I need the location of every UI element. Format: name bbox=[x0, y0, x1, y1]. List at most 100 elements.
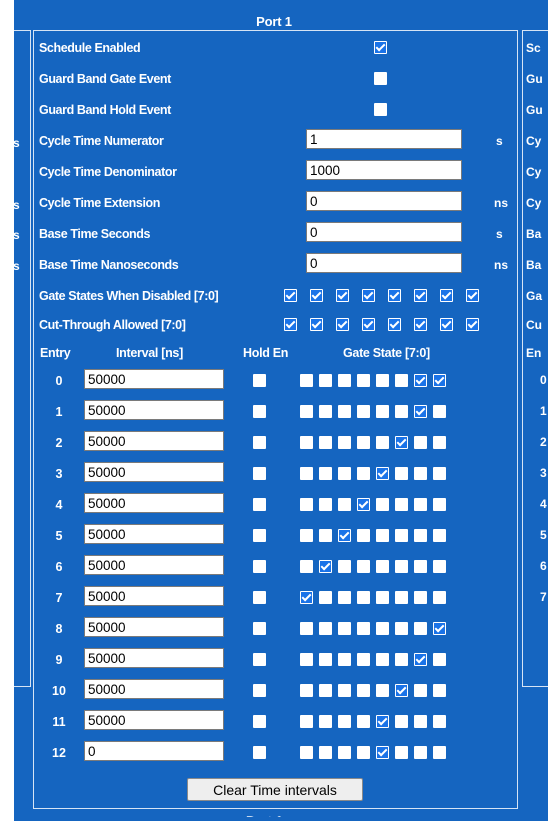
gate-state-bit-0-checkbox[interactable] bbox=[433, 498, 446, 511]
gate-state-bit-2-checkbox[interactable] bbox=[395, 498, 408, 511]
gate-state-bit-0-checkbox[interactable] bbox=[433, 560, 446, 573]
gate-state-bit-2-checkbox[interactable] bbox=[395, 715, 408, 728]
gate-states-when-disabled-bit-7-checkbox[interactable] bbox=[284, 289, 297, 302]
gate-state-bit-1-checkbox[interactable] bbox=[414, 746, 427, 759]
hold-en-checkbox[interactable] bbox=[253, 715, 266, 728]
gate-state-bit-1-checkbox[interactable] bbox=[414, 405, 427, 418]
interval-input[interactable] bbox=[84, 710, 224, 730]
interval-input[interactable] bbox=[84, 586, 224, 606]
cut-through-allowed-bit-5-checkbox[interactable] bbox=[336, 318, 349, 331]
clear-time-intervals-button[interactable]: Clear Time intervals bbox=[187, 778, 363, 801]
gate-state-bit-1-checkbox[interactable] bbox=[414, 653, 427, 666]
interval-input[interactable] bbox=[84, 462, 224, 482]
gate-state-bit-0-checkbox[interactable] bbox=[433, 529, 446, 542]
gate-states-when-disabled-bit-4-checkbox[interactable] bbox=[362, 289, 375, 302]
gate-state-bit-5-checkbox[interactable] bbox=[338, 560, 351, 573]
gate-state-bit-2-checkbox[interactable] bbox=[395, 591, 408, 604]
cut-through-allowed-bit-2-checkbox[interactable] bbox=[414, 318, 427, 331]
gate-state-bit-6-checkbox[interactable] bbox=[319, 374, 332, 387]
gate-state-bit-6-checkbox[interactable] bbox=[319, 529, 332, 542]
gate-state-bit-0-checkbox[interactable] bbox=[433, 374, 446, 387]
gate-state-bit-7-checkbox[interactable] bbox=[300, 374, 313, 387]
interval-input[interactable] bbox=[84, 648, 224, 668]
gate-state-bit-0-checkbox[interactable] bbox=[433, 591, 446, 604]
gate-states-when-disabled-bit-5-checkbox[interactable] bbox=[336, 289, 349, 302]
gate-state-bit-1-checkbox[interactable] bbox=[414, 436, 427, 449]
gate-state-bit-2-checkbox[interactable] bbox=[395, 374, 408, 387]
gate-state-bit-5-checkbox[interactable] bbox=[338, 436, 351, 449]
gate-state-bit-4-checkbox[interactable] bbox=[357, 467, 370, 480]
gate-states-when-disabled-bit-6-checkbox[interactable] bbox=[310, 289, 323, 302]
gate-state-bit-3-checkbox[interactable] bbox=[376, 560, 389, 573]
gate-state-bit-5-checkbox[interactable] bbox=[338, 374, 351, 387]
gate-state-bit-6-checkbox[interactable] bbox=[319, 746, 332, 759]
hold-en-checkbox[interactable] bbox=[253, 467, 266, 480]
interval-input[interactable] bbox=[84, 741, 224, 761]
gate-state-bit-0-checkbox[interactable] bbox=[433, 715, 446, 728]
gate-state-bit-3-checkbox[interactable] bbox=[376, 684, 389, 697]
gate-state-bit-0-checkbox[interactable] bbox=[433, 653, 446, 666]
gate-state-bit-0-checkbox[interactable] bbox=[433, 467, 446, 480]
gate-state-bit-3-checkbox[interactable] bbox=[376, 374, 389, 387]
gate-state-bit-6-checkbox[interactable] bbox=[319, 591, 332, 604]
gate-state-bit-4-checkbox[interactable] bbox=[357, 746, 370, 759]
gate-state-bit-1-checkbox[interactable] bbox=[414, 498, 427, 511]
gate-state-bit-4-checkbox[interactable] bbox=[357, 591, 370, 604]
gate-state-bit-4-checkbox[interactable] bbox=[357, 405, 370, 418]
gate-state-bit-2-checkbox[interactable] bbox=[395, 436, 408, 449]
cut-through-allowed-bit-0-checkbox[interactable] bbox=[466, 318, 479, 331]
gate-state-bit-3-checkbox[interactable] bbox=[376, 715, 389, 728]
cycle-time-extension-input[interactable] bbox=[306, 191, 462, 211]
gate-state-bit-1-checkbox[interactable] bbox=[414, 467, 427, 480]
gate-states-when-disabled-bit-1-checkbox[interactable] bbox=[440, 289, 453, 302]
gate-state-bit-3-checkbox[interactable] bbox=[376, 498, 389, 511]
gate-states-when-disabled-bit-3-checkbox[interactable] bbox=[388, 289, 401, 302]
guard-band-gate-event-checkbox[interactable] bbox=[374, 72, 387, 85]
gate-state-bit-0-checkbox[interactable] bbox=[433, 746, 446, 759]
interval-input[interactable] bbox=[84, 555, 224, 575]
gate-state-bit-4-checkbox[interactable] bbox=[357, 622, 370, 635]
gate-state-bit-2-checkbox[interactable] bbox=[395, 405, 408, 418]
gate-state-bit-3-checkbox[interactable] bbox=[376, 622, 389, 635]
gate-state-bit-1-checkbox[interactable] bbox=[414, 715, 427, 728]
gate-state-bit-1-checkbox[interactable] bbox=[414, 622, 427, 635]
gate-state-bit-7-checkbox[interactable] bbox=[300, 715, 313, 728]
gate-state-bit-2-checkbox[interactable] bbox=[395, 529, 408, 542]
gate-state-bit-4-checkbox[interactable] bbox=[357, 498, 370, 511]
gate-state-bit-5-checkbox[interactable] bbox=[338, 715, 351, 728]
gate-state-bit-4-checkbox[interactable] bbox=[357, 436, 370, 449]
gate-state-bit-7-checkbox[interactable] bbox=[300, 746, 313, 759]
gate-state-bit-3-checkbox[interactable] bbox=[376, 467, 389, 480]
gate-state-bit-1-checkbox[interactable] bbox=[414, 591, 427, 604]
gate-states-when-disabled-bit-2-checkbox[interactable] bbox=[414, 289, 427, 302]
cut-through-allowed-bit-4-checkbox[interactable] bbox=[362, 318, 375, 331]
gate-state-bit-4-checkbox[interactable] bbox=[357, 560, 370, 573]
cycle-time-numerator-input[interactable] bbox=[306, 129, 462, 149]
interval-input[interactable] bbox=[84, 617, 224, 637]
gate-state-bit-1-checkbox[interactable] bbox=[414, 529, 427, 542]
gate-state-bit-6-checkbox[interactable] bbox=[319, 436, 332, 449]
gate-state-bit-2-checkbox[interactable] bbox=[395, 653, 408, 666]
gate-states-when-disabled-bit-0-checkbox[interactable] bbox=[466, 289, 479, 302]
gate-state-bit-5-checkbox[interactable] bbox=[338, 498, 351, 511]
interval-input[interactable] bbox=[84, 524, 224, 544]
gate-state-bit-1-checkbox[interactable] bbox=[414, 560, 427, 573]
gate-state-bit-2-checkbox[interactable] bbox=[395, 560, 408, 573]
hold-en-checkbox[interactable] bbox=[253, 560, 266, 573]
gate-state-bit-2-checkbox[interactable] bbox=[395, 467, 408, 480]
cut-through-allowed-bit-7-checkbox[interactable] bbox=[284, 318, 297, 331]
gate-state-bit-6-checkbox[interactable] bbox=[319, 467, 332, 480]
gate-state-bit-6-checkbox[interactable] bbox=[319, 684, 332, 697]
interval-input[interactable] bbox=[84, 400, 224, 420]
hold-en-checkbox[interactable] bbox=[253, 591, 266, 604]
gate-state-bit-7-checkbox[interactable] bbox=[300, 622, 313, 635]
cut-through-allowed-bit-6-checkbox[interactable] bbox=[310, 318, 323, 331]
gate-state-bit-6-checkbox[interactable] bbox=[319, 622, 332, 635]
base-time-seconds-input[interactable] bbox=[306, 222, 462, 242]
gate-state-bit-6-checkbox[interactable] bbox=[319, 405, 332, 418]
hold-en-checkbox[interactable] bbox=[253, 684, 266, 697]
cut-through-allowed-bit-1-checkbox[interactable] bbox=[440, 318, 453, 331]
interval-input[interactable] bbox=[84, 493, 224, 513]
gate-state-bit-1-checkbox[interactable] bbox=[414, 684, 427, 697]
gate-state-bit-5-checkbox[interactable] bbox=[338, 591, 351, 604]
